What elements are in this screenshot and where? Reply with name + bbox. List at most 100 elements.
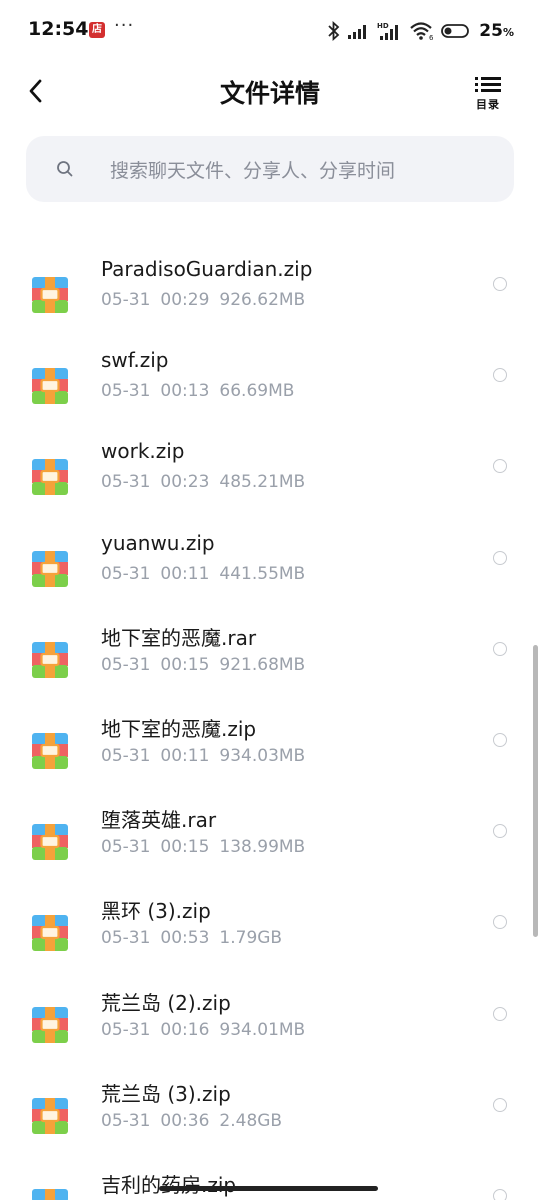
file-time: 00:11 [160,746,210,766]
scrollbar[interactable] [533,645,538,937]
file-name: yuanwu.zip [101,531,215,555]
file-date: 05-31 [101,928,151,948]
archive-file-icon [32,1007,68,1043]
file-list-item[interactable]: 荒兰岛 (3).zip 05-31 00:36 2.48GB [0,1078,540,1169]
select-radio[interactable] [493,368,507,382]
select-radio[interactable] [493,551,507,565]
select-radio[interactable] [493,459,507,473]
file-time: 00:13 [160,381,210,401]
file-time: 00:15 [160,655,210,675]
file-date: 05-31 [101,290,151,310]
home-indicator[interactable] [159,1186,378,1191]
file-date: 05-31 [101,1111,151,1131]
file-time: 00:23 [160,472,210,492]
shop-notification-icon: 店 [89,22,105,38]
header: 文件详情 目录 [0,62,540,122]
select-radio[interactable] [493,1098,507,1112]
select-radio[interactable] [493,1189,507,1200]
file-size: 66.69MB [219,381,295,401]
file-name: 地下室的恶魔.zip [101,717,257,741]
file-size: 926.62MB [219,290,306,310]
file-meta: 05-31 00:15 921.68MB [101,655,315,675]
status-icons: HD 6 25% [327,18,514,44]
status-time: 12:54 [28,18,89,40]
archive-file-icon [32,277,68,313]
file-size: 485.21MB [219,472,306,492]
file-size: 441.55MB [219,564,306,584]
file-size: 2.48GB [219,1111,283,1131]
file-name: 吉利的药房.zip [101,1173,237,1197]
file-meta: 05-31 00:15 138.99MB [101,837,315,857]
select-radio[interactable] [493,733,507,747]
hd-signal-icon: HD [377,22,399,40]
file-list-item[interactable]: swf.zip 05-31 00:13 66.69MB [0,348,540,439]
archive-file-icon [32,824,68,860]
file-time: 00:53 [160,928,210,948]
signal-icon [348,25,367,39]
file-meta: 05-31 00:36 2.48GB [101,1111,292,1131]
svg-text:HD: HD [377,22,389,30]
select-radio[interactable] [493,642,507,656]
select-radio[interactable] [493,1007,507,1021]
file-meta: 05-31 00:11 934.03MB [101,746,315,766]
archive-file-icon [32,551,68,587]
file-time: 00:11 [160,564,210,584]
file-list-item[interactable]: yuanwu.zip 05-31 00:11 441.55MB [0,531,540,622]
search-placeholder: 搜索聊天文件、分享人、分享时间 [110,160,396,182]
file-list-item[interactable]: 堕落英雄.rar 05-31 00:15 138.99MB [0,804,540,895]
file-time: 00:16 [160,1020,210,1040]
select-radio[interactable] [493,824,507,838]
page-title: 文件详情 [219,79,320,108]
file-date: 05-31 [101,746,151,766]
file-list-item[interactable]: 吉利的药房.zip [0,1169,540,1200]
wifi-icon: 6 [410,22,434,41]
status-bar: 12:54 店 ··· HD 6 25% [0,0,540,62]
catalog-label: 目录 [476,98,500,111]
file-list-item[interactable]: 地下室的恶魔.zip 05-31 00:11 934.03MB [0,713,540,804]
file-date: 05-31 [101,655,151,675]
file-name: 黑环 (3).zip [101,899,211,923]
file-list-item[interactable]: 荒兰岛 (2).zip 05-31 00:16 934.01MB [0,987,540,1078]
file-name: 荒兰岛 (2).zip [101,991,231,1015]
file-name: 地下室的恶魔.rar [101,626,257,650]
file-time: 00:29 [160,290,210,310]
file-name: 堕落英雄.rar [101,808,217,832]
file-list-item[interactable]: 地下室的恶魔.rar 05-31 00:15 921.68MB [0,622,540,713]
file-list-item[interactable]: work.zip 05-31 00:23 485.21MB [0,439,540,530]
file-list[interactable]: ParadisoGuardian.zip 05-31 00:29 926.62MB sw… [0,202,540,1200]
more-notifications-icon: ··· [114,15,135,36]
file-size: 138.99MB [219,837,306,857]
file-name: 荒兰岛 (3).zip [101,1082,231,1106]
file-date: 05-31 [101,1020,151,1040]
search-icon [57,161,73,177]
archive-file-icon [32,459,68,495]
file-date: 05-31 [101,472,151,492]
battery-percent: 25% [479,21,514,41]
search-input[interactable]: 搜索聊天文件、分享人、分享时间 [26,136,514,202]
file-time: 00:15 [160,837,210,857]
bluetooth-icon [328,21,340,41]
select-radio[interactable] [493,915,507,929]
file-size: 921.68MB [219,655,306,675]
file-meta: 05-31 00:29 926.62MB [101,290,315,310]
archive-file-icon [32,1098,68,1134]
file-list-item[interactable]: 黑环 (3).zip 05-31 00:53 1.79GB [0,895,540,986]
select-radio[interactable] [493,277,507,291]
archive-file-icon [32,733,68,769]
archive-file-icon [32,1189,68,1200]
file-list-item[interactable]: ParadisoGuardian.zip 05-31 00:29 926.62MB [0,257,540,348]
list-icon [475,77,501,92]
file-date: 05-31 [101,564,151,584]
file-name: ParadisoGuardian.zip [101,257,313,281]
catalog-button[interactable]: 目录 [472,76,504,111]
file-meta: 05-31 00:53 1.79GB [101,928,292,948]
file-size: 934.01MB [219,1020,306,1040]
file-size: 1.79GB [219,928,283,948]
file-meta: 05-31 00:11 441.55MB [101,564,315,584]
file-time: 00:36 [160,1111,210,1131]
file-meta: 05-31 00:16 934.01MB [101,1020,315,1040]
battery-icon [441,24,470,38]
svg-text:6: 6 [429,34,434,41]
file-size: 934.03MB [219,746,306,766]
file-name: work.zip [101,439,185,463]
